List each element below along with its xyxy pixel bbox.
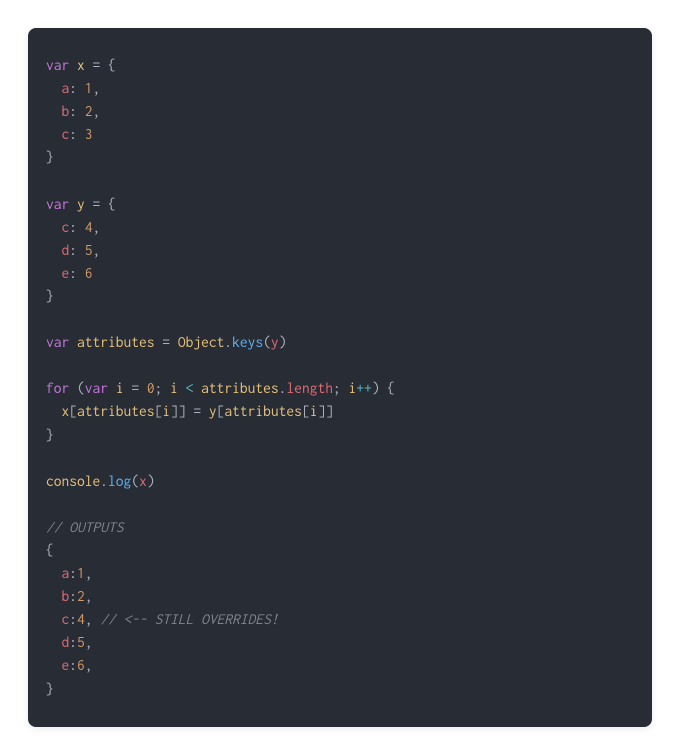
property-length: length xyxy=(286,380,333,396)
object: Object xyxy=(178,334,225,350)
variable-i: i xyxy=(170,380,178,396)
keyword-var: var xyxy=(46,57,69,73)
variable-attributes: attributes xyxy=(77,334,155,350)
variable-i: i xyxy=(116,380,124,396)
console: console xyxy=(46,473,100,489)
variable-attributes: attributes xyxy=(224,403,302,419)
param-x: x xyxy=(139,473,147,489)
number-1: 1 xyxy=(85,80,93,96)
variable-attributes: attributes xyxy=(201,380,279,396)
code-block: var x = { a: 1, b: 2, c: 3 } var y = { c… xyxy=(28,28,652,727)
function-keys: keys xyxy=(232,334,263,350)
number-5: 5 xyxy=(85,242,93,258)
number-6: 6 xyxy=(85,265,93,281)
keyword-var: var xyxy=(46,196,69,212)
function-log: log xyxy=(108,473,131,489)
number-4: 4 xyxy=(85,219,93,235)
number-2: 2 xyxy=(85,103,93,119)
variable-y: y xyxy=(77,196,85,212)
comment-outputs: // OUTPUTS xyxy=(46,519,124,535)
number-3: 3 xyxy=(85,126,93,142)
variable-attributes: attributes xyxy=(77,403,155,419)
variable-x: x xyxy=(77,57,85,73)
comment-override: // <-- STILL OVERRIDES! xyxy=(100,611,278,627)
keyword-for: for xyxy=(46,380,69,396)
keyword-var: var xyxy=(85,380,108,396)
keyword-var: var xyxy=(46,334,69,350)
number-0: 0 xyxy=(147,380,155,396)
variable-y: y xyxy=(209,403,217,419)
param-y: y xyxy=(271,334,279,350)
variable-i: i xyxy=(162,403,170,419)
